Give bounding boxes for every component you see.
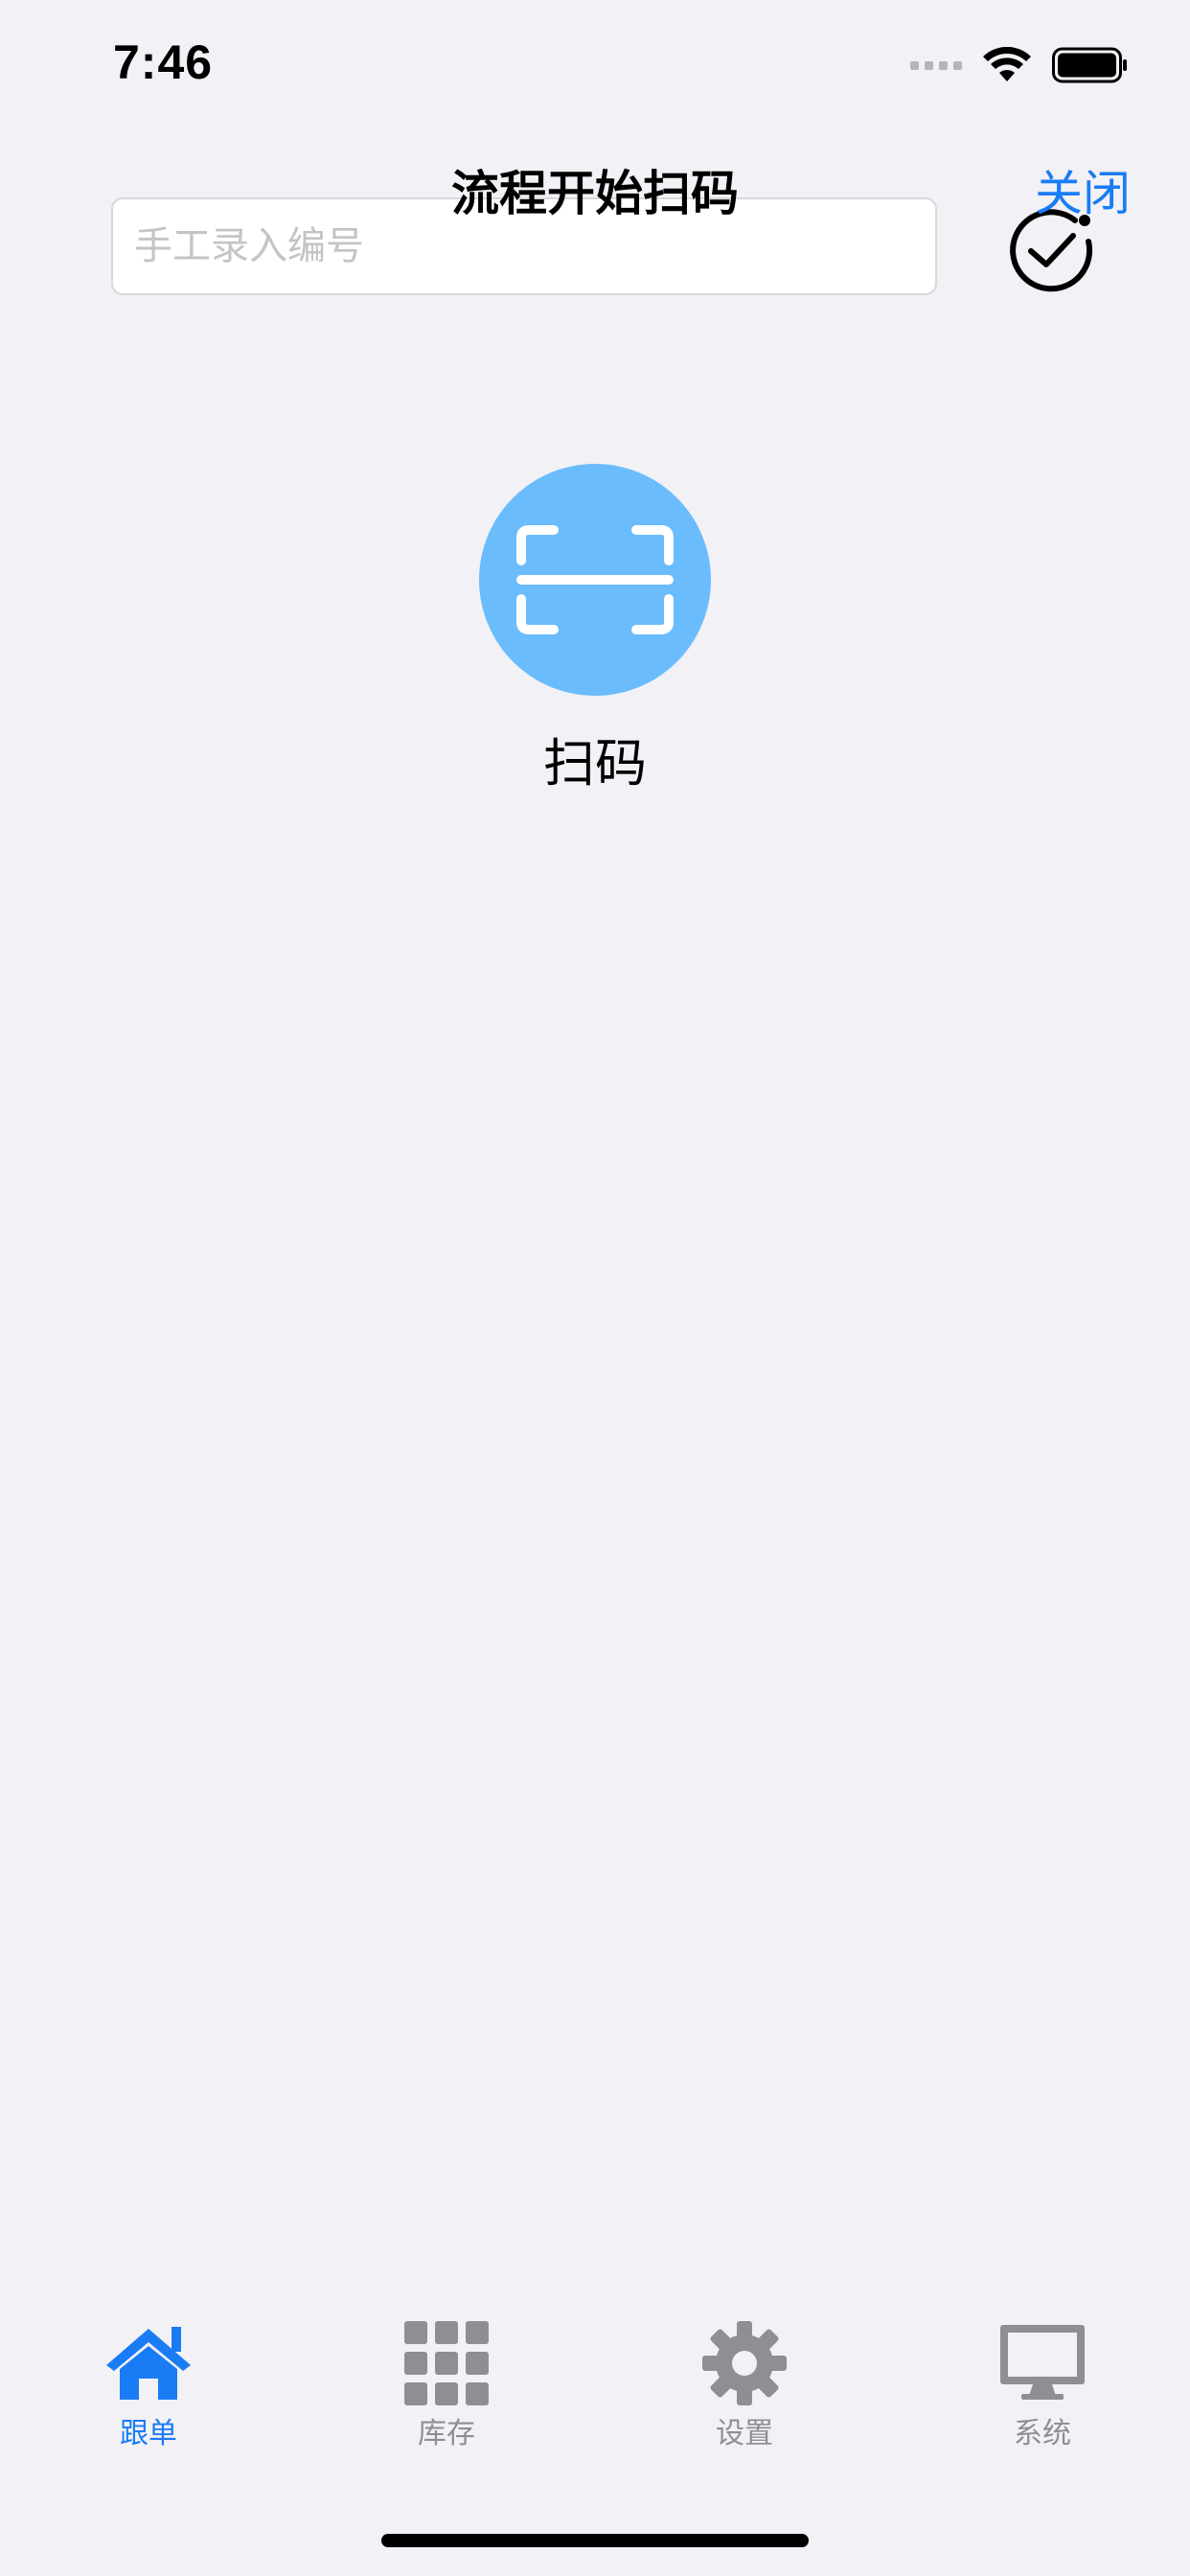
tab-label: 设置 xyxy=(716,2417,773,2450)
tab-follow-order[interactable]: 跟单 xyxy=(53,2317,244,2461)
battery-icon xyxy=(1052,47,1127,83)
tab-system[interactable]: 系统 xyxy=(947,2317,1138,2461)
scan-frame-icon xyxy=(516,525,674,634)
gear-icon xyxy=(702,2321,787,2405)
home-icon xyxy=(106,2327,191,2400)
tab-label: 系统 xyxy=(1014,2417,1071,2450)
scan-button[interactable] xyxy=(479,464,711,696)
manual-entry-input[interactable] xyxy=(111,197,937,295)
tab-label: 跟单 xyxy=(120,2417,177,2450)
tab-inventory[interactable]: 库存 xyxy=(351,2317,542,2461)
grid-icon xyxy=(404,2321,489,2405)
close-button[interactable]: 关闭 xyxy=(1035,155,1131,224)
tab-bar: 跟单 库存 设置 系统 xyxy=(0,2317,1190,2461)
status-time: 7:46 xyxy=(113,35,214,89)
scan-label: 扫码 xyxy=(543,733,647,794)
monitor-icon xyxy=(1000,2325,1085,2400)
status-indicators xyxy=(910,42,1129,88)
wifi-icon xyxy=(983,47,1031,81)
tab-settings[interactable]: 设置 xyxy=(649,2317,840,2461)
home-indicator[interactable] xyxy=(381,2534,809,2547)
tab-label: 库存 xyxy=(418,2417,475,2450)
cellular-signal-icon xyxy=(910,60,962,70)
